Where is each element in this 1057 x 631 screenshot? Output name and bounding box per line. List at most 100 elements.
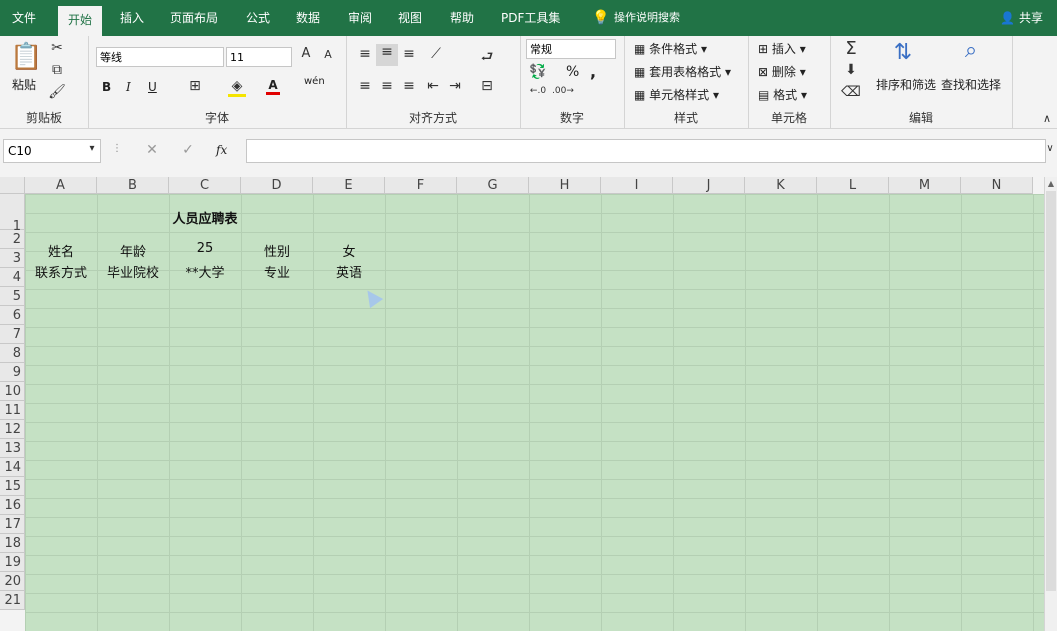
column-header-a[interactable]: A [25, 177, 97, 194]
cell-d3[interactable]: 专业 [241, 262, 313, 281]
row-header-19[interactable]: 19 [0, 553, 25, 572]
row-header-11[interactable]: 11 [0, 401, 25, 420]
sort-filter-button[interactable]: 排序和筛选 [876, 76, 936, 93]
insert-cells-button[interactable]: ⊞ 插入 ▾ [758, 40, 806, 57]
bold-button[interactable]: B [102, 80, 111, 94]
decrease-indent-icon[interactable]: ⇤ [424, 78, 442, 94]
conditional-formatting-button[interactable]: ▦ 条件格式 ▾ [634, 40, 707, 57]
vertical-scrollbar[interactable]: ▲ [1044, 177, 1057, 631]
italic-button[interactable]: I [126, 80, 131, 94]
merge-center-icon[interactable]: ⊟ [478, 78, 496, 94]
column-header-j[interactable]: J [673, 177, 745, 194]
select-all-corner[interactable] [0, 177, 25, 194]
grow-font-icon[interactable]: A [298, 46, 314, 61]
cell-styles-button[interactable]: ▦ 单元格样式 ▾ [634, 86, 719, 103]
cell-e3[interactable]: 英语 [313, 262, 385, 281]
row-header-20[interactable]: 20 [0, 572, 25, 591]
tab-home[interactable]: 开始 [58, 6, 103, 36]
paste-icon[interactable]: 📋 [10, 42, 42, 72]
row-header-14[interactable]: 14 [0, 458, 25, 477]
format-as-table-button[interactable]: ▦ 套用表格格式 ▾ [634, 63, 731, 80]
enter-icon[interactable]: ✓ [180, 142, 196, 158]
font-name-select[interactable]: 等线 [96, 47, 224, 67]
align-middle-icon[interactable]: ≡ [376, 44, 398, 66]
cancel-icon[interactable]: ✕ [144, 142, 160, 158]
row-header-9[interactable]: 9 [0, 363, 25, 382]
tab-file[interactable]: 文件 [2, 0, 46, 36]
row-header-16[interactable]: 16 [0, 496, 25, 515]
fill-icon[interactable]: ⬇ [840, 62, 862, 78]
phonetic-button[interactable]: wén [304, 76, 325, 87]
currency-icon[interactable]: 💱 [528, 64, 548, 80]
column-header-k[interactable]: K [745, 177, 817, 194]
increase-indent-icon[interactable]: ⇥ [446, 78, 464, 94]
comma-button[interactable]: , [590, 62, 596, 81]
clear-icon[interactable]: ⌫ [840, 84, 862, 100]
row-header-8[interactable]: 8 [0, 344, 25, 363]
find-select-icon[interactable]: ⌕ [956, 38, 986, 63]
row-header-18[interactable]: 18 [0, 534, 25, 553]
share-button[interactable]: 👤 共享 [1000, 0, 1043, 36]
align-right-icon[interactable]: ≡ [400, 78, 418, 94]
column-header-l[interactable]: L [817, 177, 889, 194]
cell-c2[interactable]: 25 [169, 241, 241, 256]
cell-e2[interactable]: 女 [313, 241, 385, 260]
borders-icon[interactable]: ⊞ [186, 78, 204, 94]
percent-button[interactable]: % [566, 64, 579, 80]
expand-formula-icon[interactable]: ∨ [1044, 143, 1056, 154]
decrease-decimal-icon[interactable]: .00→ [552, 86, 574, 96]
autosum-icon[interactable]: Σ [840, 38, 862, 59]
column-header-e[interactable]: E [313, 177, 385, 194]
formula-input[interactable] [246, 139, 1046, 163]
row-header-15[interactable]: 15 [0, 477, 25, 496]
cell-b2[interactable]: 年龄 [97, 241, 169, 260]
cell-a3[interactable]: 联系方式 [25, 262, 97, 281]
row-header-13[interactable]: 13 [0, 439, 25, 458]
cell-d2[interactable]: 性别 [241, 241, 313, 260]
underline-button[interactable]: U [148, 80, 157, 94]
format-cells-button[interactable]: ▤ 格式 ▾ [758, 86, 807, 103]
cell-b3[interactable]: 毕业院校 [97, 262, 169, 281]
row-header-3[interactable]: 3 [0, 249, 25, 268]
number-format-select[interactable]: 常规 [526, 39, 616, 59]
column-header-g[interactable]: G [457, 177, 529, 194]
cut-icon[interactable]: ✂ [48, 40, 66, 56]
row-header-10[interactable]: 10 [0, 382, 25, 401]
column-header-i[interactable]: I [601, 177, 673, 194]
font-color-button[interactable]: A [266, 78, 280, 95]
row-header-6[interactable]: 6 [0, 306, 25, 325]
row-header-4[interactable]: 4 [0, 268, 25, 287]
align-top-icon[interactable]: ≡ [356, 46, 374, 62]
format-painter-icon[interactable]: 🖌 [48, 84, 66, 100]
scroll-up-icon[interactable]: ▲ [1046, 179, 1056, 188]
align-bottom-icon[interactable]: ≡ [400, 46, 418, 62]
tab-pdf-tools[interactable]: PDF工具集 [491, 0, 570, 36]
tell-me-search[interactable]: 操作说明搜索 [604, 0, 690, 36]
copy-icon[interactable]: ⧉ [48, 62, 66, 78]
insert-function-button[interactable]: fx [216, 143, 227, 157]
fill-color-icon[interactable]: ◈ [228, 78, 246, 97]
name-box-dropdown-icon[interactable]: ▾ [86, 143, 98, 154]
column-header-b[interactable]: B [97, 177, 169, 194]
tab-help[interactable]: 帮助 [440, 0, 484, 36]
scroll-thumb[interactable] [1046, 191, 1056, 591]
find-select-button[interactable]: 查找和选择 [941, 76, 1001, 93]
row-header-12[interactable]: 12 [0, 420, 25, 439]
tab-insert[interactable]: 插入 [110, 0, 154, 36]
column-header-h[interactable]: H [529, 177, 601, 194]
row-header-5[interactable]: 5 [0, 287, 25, 306]
column-header-f[interactable]: F [385, 177, 457, 194]
cell-title[interactable]: 人员应聘表 [169, 208, 241, 227]
row-header-2[interactable]: 2 [0, 230, 25, 249]
row-header-21[interactable]: 21 [0, 591, 25, 610]
delete-cells-button[interactable]: ⊠ 删除 ▾ [758, 63, 806, 80]
tab-page-layout[interactable]: 页面布局 [160, 0, 228, 36]
tab-review[interactable]: 审阅 [338, 0, 382, 36]
row-header-7[interactable]: 7 [0, 325, 25, 344]
column-header-m[interactable]: M [889, 177, 961, 194]
paste-button[interactable]: 粘贴 [12, 76, 36, 93]
tab-data[interactable]: 数据 [286, 0, 330, 36]
row-header-17[interactable]: 17 [0, 515, 25, 534]
column-header-c[interactable]: C [169, 177, 241, 194]
increase-decimal-icon[interactable]: ←.0 [528, 86, 548, 96]
